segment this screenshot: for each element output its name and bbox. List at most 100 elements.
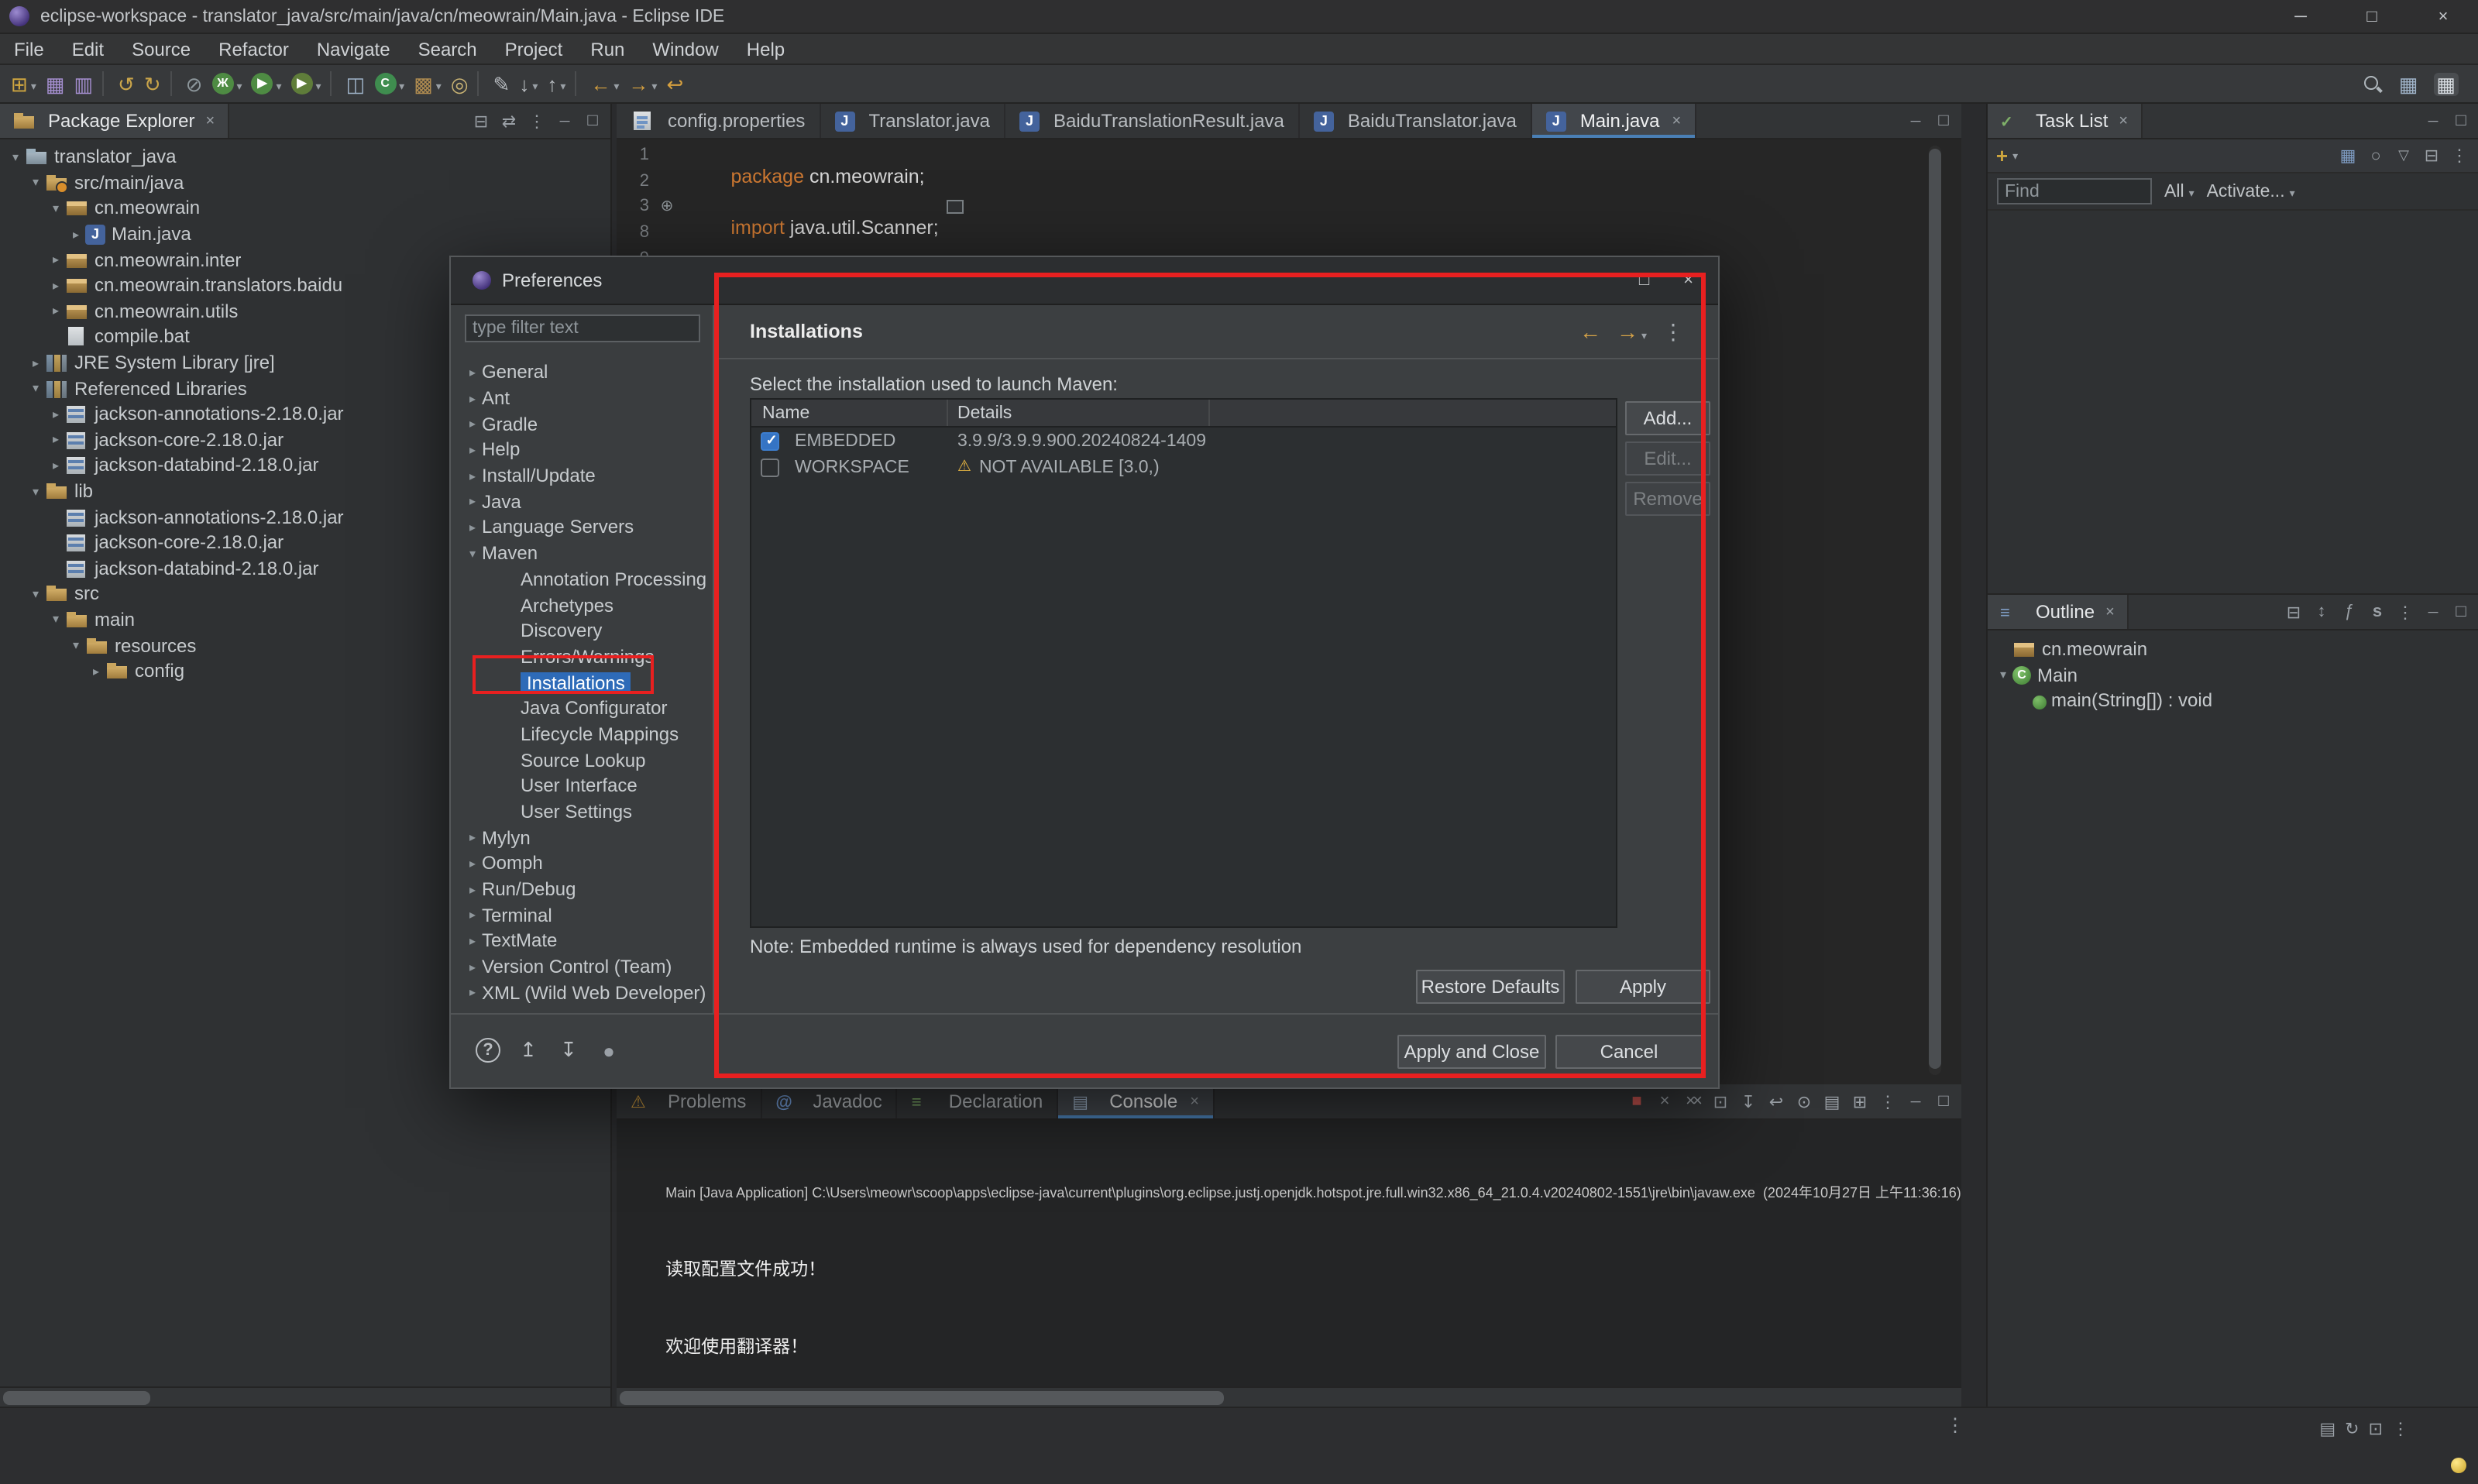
checkbox[interactable] [761,431,779,450]
last-edit-location-icon[interactable]: ↩ [663,67,686,100]
editor-scrollbar-thumb[interactable] [1929,149,1941,1069]
undo-icon[interactable]: ↺ [115,67,138,100]
maximize-icon[interactable] [1930,1088,1957,1115]
debug-icon[interactable]: Ж [208,67,245,100]
tab-package-explorer[interactable]: Package Explorer [0,104,229,138]
back-icon[interactable]: ← [587,67,622,100]
expand-arrow-icon[interactable] [46,459,65,472]
dropdown-caret-icon[interactable] [236,73,242,94]
view-tab[interactable]: Javadoc [761,1084,897,1118]
menu-item[interactable]: Source [118,34,204,64]
scroll-lock-icon[interactable] [1735,1088,1761,1115]
minimize-button[interactable]: ─ [2265,0,2336,33]
preferences-tree-item[interactable]: Gradle [454,411,711,437]
outline-item[interactable]: main(String[]) : void [1988,688,2478,713]
expand-arrow-icon[interactable] [463,366,482,380]
overflow-icon[interactable]: ⋮ [2392,1419,2409,1439]
expand-arrow-icon[interactable] [26,484,45,498]
preferences-tree-item[interactable]: Oomph [454,850,711,876]
table-row[interactable]: WORKSPACE NOT AVAILABLE [3.0,) [751,454,1616,480]
preferences-tree-item[interactable]: Java Configurator [454,696,711,721]
expand-arrow-icon[interactable] [46,252,65,266]
dropdown-caret-icon[interactable] [532,73,538,94]
new-package-icon[interactable]: ▩ [411,67,445,100]
expand-arrow-icon[interactable] [463,830,482,844]
expand-arrow-icon[interactable] [46,407,65,421]
tab-task-list[interactable]: Task List [1988,104,2142,138]
sort-icon[interactable] [2308,599,2335,625]
find-input[interactable] [1997,178,2152,204]
preferences-tree-item[interactable]: User Settings [454,799,711,824]
preferences-tree-item[interactable]: Installations [454,670,711,696]
new-task-icon[interactable] [1994,143,2020,169]
preferences-tree-item[interactable]: Errors/Warnings [454,644,711,669]
preferences-tree-item[interactable]: Java [454,489,711,514]
menu-item[interactable]: File [0,34,58,64]
preferences-tree-item[interactable]: XML (Wild Web Developer) [454,980,711,1005]
word-wrap-icon[interactable] [1763,1088,1789,1115]
menu-item[interactable]: Window [638,34,732,64]
checkbox[interactable] [761,458,779,476]
preferences-tree-item[interactable]: Annotation Processing [454,566,711,592]
expand-arrow-icon[interactable] [26,587,45,601]
outline-item[interactable]: cn.meowrain [1988,637,2478,662]
dropdown-caret-icon[interactable] [560,73,565,94]
console-output[interactable]: Main [Java Application] C:\Users\meowr\s… [617,1120,1961,1386]
pin-console-icon[interactable] [1791,1088,1817,1115]
minimize-icon[interactable] [2420,599,2446,625]
display-console-icon[interactable] [1819,1088,1845,1115]
tree-item[interactable]: cn.meowrain [0,195,610,221]
collapse-all-icon[interactable] [468,108,494,134]
maximize-button[interactable]: □ [2336,0,2408,33]
redo-icon[interactable]: ↻ [141,67,164,100]
menu-item[interactable]: Edit [58,34,118,64]
expand-arrow-icon[interactable] [463,882,482,896]
preferences-tree-item[interactable]: Lifecycle Mappings [454,721,711,747]
outline-item[interactable]: Main [1988,662,2478,688]
menu-item[interactable]: Run [576,34,638,64]
forward-icon[interactable]: → [625,67,660,100]
expand-arrow-icon[interactable] [463,495,482,509]
expand-arrow-icon[interactable] [463,857,482,871]
minimize-icon[interactable] [2420,108,2446,134]
expand-arrow-icon[interactable] [26,176,45,190]
close-icon[interactable] [1190,1093,1199,1110]
minimize-icon[interactable] [1902,108,1929,134]
progress-icon[interactable]: ↻ [2345,1419,2359,1439]
preferences-tree-item[interactable]: Install/Update [454,463,711,489]
column-name[interactable]: Name [751,400,948,426]
scheduled-icon[interactable] [2363,143,2389,169]
new-java-project-icon[interactable]: ◫ [343,67,369,100]
console-horizontal-scrollbar[interactable] [617,1386,1961,1407]
preferences-tree-item[interactable]: TextMate [454,928,711,953]
notification-bulb-icon[interactable] [2451,1458,2466,1473]
preferences-tree-item[interactable]: Source Lookup [454,747,711,773]
view-menu-icon[interactable] [2446,143,2473,169]
categorized-icon[interactable] [2335,143,2361,169]
editor-tab[interactable]: BaiduTranslationResult.java [1005,104,1300,138]
expand-arrow-icon[interactable] [67,227,85,241]
expand-arrow-icon[interactable] [463,443,482,457]
view-tab[interactable]: Declaration [898,1084,1058,1118]
dropdown-caret-icon[interactable] [613,73,619,94]
expand-arrow-icon[interactable] [463,934,482,948]
expand-arrow-icon[interactable] [67,638,85,652]
trim-overflow-icon[interactable]: ⋮ [1946,1414,1964,1436]
new-wizard-icon[interactable]: ⊞ [8,67,40,100]
preferences-tree-item[interactable]: General [454,359,711,385]
remove-button[interactable]: Remove [1625,482,1710,516]
hide-fields-icon[interactable] [2336,599,2363,625]
scrollbar-thumb[interactable] [620,1391,1224,1405]
view-tab[interactable]: Console [1058,1084,1215,1118]
editor-tab[interactable]: Main.java [1532,104,1696,138]
column-details[interactable]: Details [948,400,1210,426]
scope-selector[interactable]: All [2164,182,2194,201]
filter-icon[interactable] [2390,143,2417,169]
expand-arrow-icon[interactable] [46,613,65,627]
expand-arrow-icon[interactable] [26,381,45,395]
menu-item[interactable]: Refactor [204,34,303,64]
view-menu-icon[interactable] [2392,599,2418,625]
activate-selector[interactable]: Activate... [2207,182,2295,201]
dropdown-caret-icon[interactable] [399,73,404,94]
preferences-tree-item[interactable]: Ant [454,385,711,411]
